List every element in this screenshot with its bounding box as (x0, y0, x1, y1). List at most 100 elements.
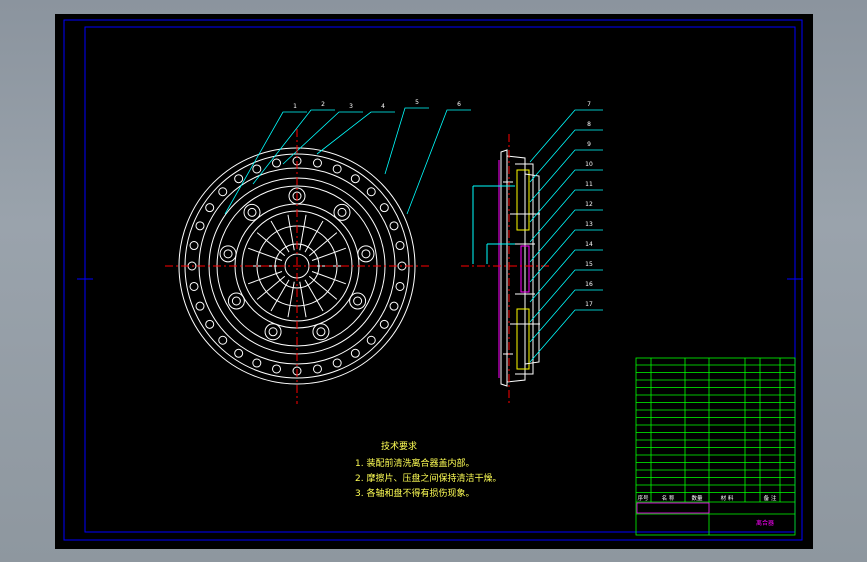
rivet-hole (272, 158, 282, 168)
balloon-14: 14 (585, 241, 593, 248)
leader-side-17 (529, 309, 603, 363)
leader-side-14 (529, 249, 603, 303)
leader-lines (224, 107, 603, 363)
balloon-7: 7 (587, 101, 591, 108)
lug-inner (231, 296, 241, 306)
side-view (498, 149, 540, 387)
balloon-17: 17 (585, 301, 593, 308)
spring-finger (270, 279, 290, 312)
rivet-hole (350, 174, 360, 184)
rivet-hole (189, 241, 199, 251)
spring-finger (304, 279, 324, 312)
lug-inner (337, 207, 347, 217)
balloon-13: 13 (585, 221, 593, 228)
lug-outer (227, 292, 245, 310)
rivet-hole (252, 358, 262, 368)
rivet-hole (366, 187, 376, 197)
balloon-labels: 1 2 3 45 6 7891011121314151617 (293, 99, 593, 308)
table-header-4: 备 注 (764, 494, 777, 502)
title-block-table: 序号 名 称 数量 材 料 备 注离合器 (635, 357, 796, 536)
leader-side-10 (529, 169, 603, 223)
rivet-hole (195, 301, 205, 311)
balloon-6: 6 (457, 101, 461, 108)
balloon-11: 11 (585, 181, 593, 188)
rivet-hole (350, 348, 360, 358)
lug-inner (316, 327, 326, 337)
rivet-hole (379, 203, 389, 213)
spring-finger (270, 220, 290, 253)
tech-requirement-2: 2. 摩擦片、压盘之间保持清洁干燥。 (355, 474, 502, 484)
leader-top-3 (282, 111, 363, 165)
rivet-hole (218, 187, 228, 197)
rivet-hole (366, 335, 376, 345)
tech-requirements-title: 技术要求 (381, 442, 418, 452)
lug-outer (264, 323, 282, 341)
spring-finger (311, 271, 347, 285)
balloon-12: 12 (585, 201, 593, 208)
lug-outer (333, 203, 351, 221)
rivet-hole (252, 164, 262, 174)
lug-outer (349, 292, 367, 310)
lug-inner (268, 327, 278, 337)
leader-side-11 (529, 189, 603, 243)
rivet-hole (205, 319, 215, 329)
part-name-label: 离合器 (756, 519, 774, 527)
spring-finger (247, 247, 283, 261)
leader-top-4 (316, 111, 395, 155)
rivet-hole (195, 221, 205, 231)
leader-side-7 (529, 109, 603, 163)
spring-finger (304, 220, 324, 253)
rivet-hole (189, 281, 199, 291)
highlight-cell (636, 502, 710, 514)
lug-inner (223, 249, 233, 259)
cad-viewport[interactable]: 1 2 3 4 5 6 7 8 9 10 11 12 13 14 15 16 17 序号名 称数量材 料备 注离… (55, 14, 813, 549)
lug-outer (357, 245, 375, 263)
balloon-8: 8 (587, 121, 591, 128)
lug-outer (219, 245, 237, 263)
table-header-2: 数量 (691, 494, 703, 502)
rivet-hole (312, 364, 322, 374)
rivet-hole (272, 364, 282, 374)
leader-top-5 (384, 107, 429, 175)
leader-side-13 (529, 229, 603, 283)
rivet-hole (395, 281, 405, 291)
leader-side-8 (529, 129, 603, 183)
rivet-hole (379, 319, 389, 329)
rivet-hole (332, 164, 342, 174)
spring-finger (247, 271, 283, 285)
rivet-hole (312, 158, 322, 168)
leader-side-12 (529, 209, 603, 263)
leader-side-9 (529, 149, 603, 203)
lug-inner (361, 249, 371, 259)
balloon-15: 15 (585, 261, 593, 268)
lug-outer (312, 323, 330, 341)
lug-inner (353, 296, 363, 306)
leader-top-6 (406, 109, 471, 215)
balloon-10: 10 (585, 161, 593, 168)
rivet-hole (234, 174, 244, 184)
balloon-3: 3 (349, 103, 353, 110)
table-header-3: 材 料 (721, 494, 734, 502)
leader-side-16 (529, 289, 603, 343)
rivet-hole (332, 358, 342, 368)
balloon-4: 4 (381, 103, 385, 110)
rivet-hole (389, 221, 399, 231)
balloon-9: 9 (587, 141, 591, 148)
rivet-hole (205, 203, 215, 213)
lug-inner (247, 207, 257, 217)
table-border (635, 357, 796, 536)
balloon-16: 16 (585, 281, 593, 288)
lug-outer (243, 203, 261, 221)
rivet-hole (218, 335, 228, 345)
leader-side-15 (529, 269, 603, 323)
tech-requirement-3: 3. 各轴和盘不得有损伤现象。 (355, 489, 475, 499)
spring-finger (311, 247, 347, 261)
inner-frame (84, 26, 796, 533)
rivet-hole (395, 241, 405, 251)
rivet-hole (389, 301, 399, 311)
balloon-2: 2 (321, 101, 325, 108)
tech-requirement-1: 1. 装配前清洗离合器盖内部。 (355, 459, 475, 469)
rivet-hole (234, 348, 244, 358)
table-header-0: 序号 (637, 494, 649, 502)
balloon-1: 1 (293, 103, 297, 110)
